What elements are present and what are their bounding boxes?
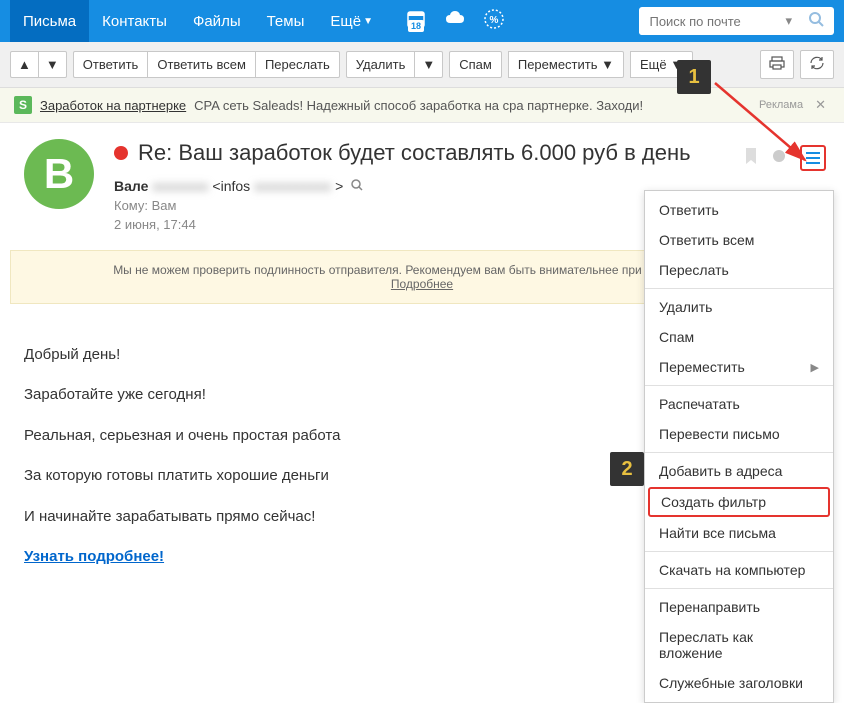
- search-input[interactable]: [639, 8, 779, 35]
- nav-themes[interactable]: Темы: [254, 0, 318, 42]
- search-box: ▾: [639, 7, 834, 35]
- menu-create-filter[interactable]: Создать фильтр: [648, 487, 830, 517]
- menu-reply[interactable]: Ответить: [645, 195, 833, 225]
- nav-contacts[interactable]: Контакты: [89, 0, 180, 42]
- nav-more[interactable]: Ещё ▼: [317, 0, 386, 42]
- circle-icon[interactable]: [772, 149, 786, 168]
- message-actions: [744, 145, 826, 171]
- menu-headers[interactable]: Служебные заголовки: [645, 668, 833, 698]
- menu-forward[interactable]: Переслать: [645, 255, 833, 285]
- prev-button[interactable]: ▲: [10, 51, 38, 78]
- menu-move[interactable]: Переместить▶: [645, 352, 833, 382]
- discount-icon[interactable]: %: [484, 9, 504, 34]
- annotation-2: 2: [610, 452, 644, 486]
- menu-spam[interactable]: Спам: [645, 322, 833, 352]
- menu-download[interactable]: Скачать на компьютер: [645, 555, 833, 585]
- refresh-icon[interactable]: [800, 50, 834, 79]
- forward-button[interactable]: Переслать: [255, 51, 340, 78]
- spam-button[interactable]: Спам: [449, 51, 502, 78]
- delete-dropdown[interactable]: ▼: [414, 51, 443, 78]
- avatar: В: [24, 139, 94, 209]
- print-icon[interactable]: [760, 50, 794, 79]
- top-nav: Письма Контакты Файлы Темы Ещё ▼ 18 % ▾: [0, 0, 844, 42]
- nav-files[interactable]: Файлы: [180, 0, 254, 42]
- menu-add-contact[interactable]: Добавить в адреса: [645, 456, 833, 486]
- bookmark-icon[interactable]: [744, 147, 758, 170]
- nav-mail[interactable]: Письма: [10, 0, 89, 42]
- delete-button[interactable]: Удалить: [346, 51, 415, 78]
- reply-all-button[interactable]: Ответить всем: [147, 51, 255, 78]
- move-button[interactable]: Переместить ▼: [508, 51, 624, 78]
- next-button[interactable]: ▼: [38, 51, 67, 78]
- menu-print[interactable]: Распечатать: [645, 389, 833, 419]
- warning-learn-more[interactable]: Подробнее: [391, 277, 453, 291]
- menu-reply-all[interactable]: Ответить всем: [645, 225, 833, 255]
- toolbar: ▲ ▼ Ответить Ответить всем Переслать Уда…: [0, 42, 844, 88]
- search-button[interactable]: [798, 11, 834, 32]
- cloud-icon[interactable]: [444, 9, 466, 34]
- ad-text: CPA сеть Saleads! Надежный способ зарабо…: [194, 98, 643, 113]
- ad-badge: S: [14, 96, 32, 114]
- menu-delete[interactable]: Удалить: [645, 292, 833, 322]
- svg-text:%: %: [490, 15, 499, 26]
- menu-fwd-attach[interactable]: Переслать как вложение: [645, 622, 833, 668]
- ad-close-icon[interactable]: ✕: [811, 97, 830, 113]
- calendar-day: 18: [408, 20, 424, 32]
- ad-title[interactable]: Заработок на партнерке: [40, 98, 186, 113]
- unread-dot-icon: [114, 146, 128, 160]
- search-dropdown[interactable]: ▾: [779, 13, 798, 29]
- annotation-1: 1: [677, 60, 711, 94]
- ad-label: Реклама: [759, 99, 803, 111]
- menu-translate[interactable]: Перевести письмо: [645, 419, 833, 449]
- context-menu: Ответить Ответить всем Переслать Удалить…: [644, 190, 834, 703]
- learn-more-link[interactable]: Узнать подробнее!: [24, 548, 164, 565]
- calendar-icon[interactable]: 18: [406, 9, 426, 34]
- menu-find-all[interactable]: Найти все письма: [645, 518, 833, 548]
- menu-redirect[interactable]: Перенаправить: [645, 592, 833, 622]
- message-subject: Re: Ваш заработок будет составлять 6.000…: [114, 139, 820, 168]
- menu-icon[interactable]: [800, 145, 826, 171]
- reply-button[interactable]: Ответить: [73, 51, 148, 78]
- search-sender-icon[interactable]: [351, 178, 363, 194]
- ad-bar: S Заработок на партнерке CPA сеть Salead…: [0, 88, 844, 123]
